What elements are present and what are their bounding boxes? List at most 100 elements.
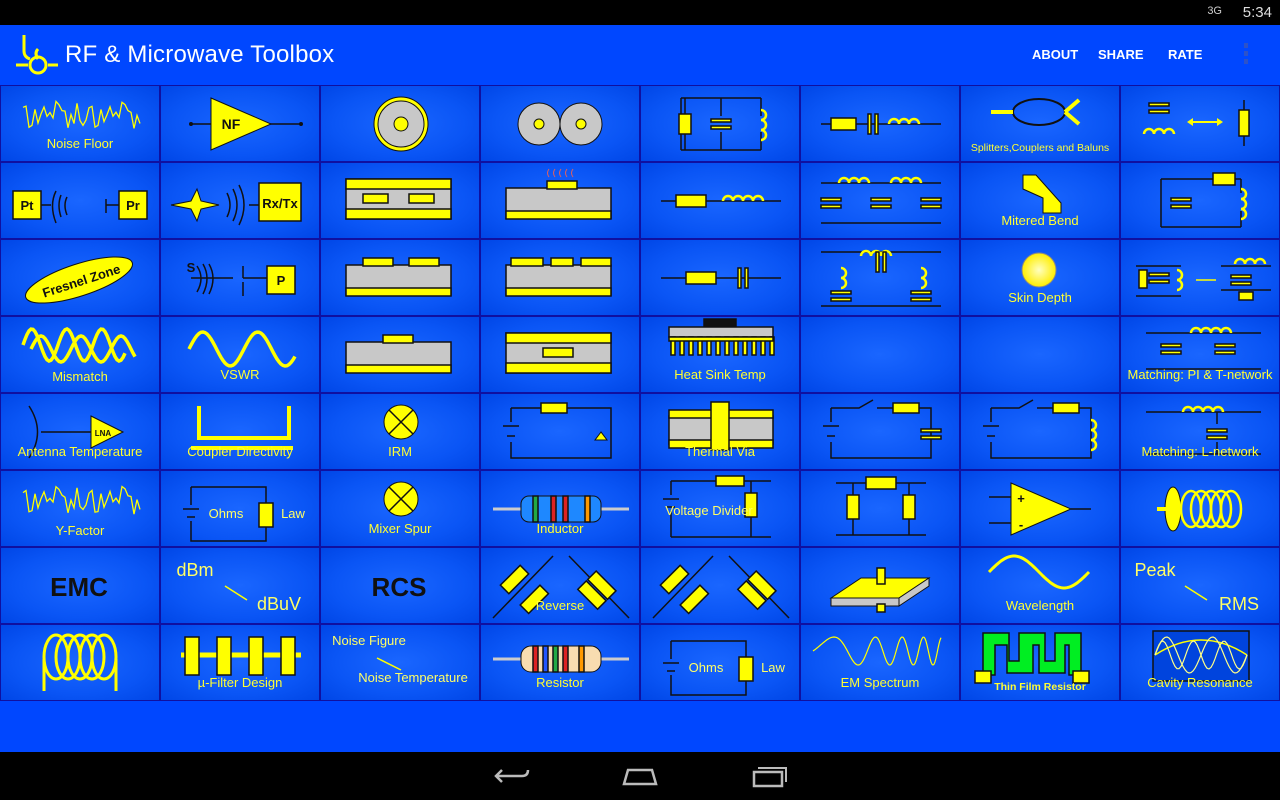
- tool-tile-mixer[interactable]: Mixer Spur: [320, 470, 480, 547]
- tool-tile-twin-coax[interactable]: [480, 85, 640, 162]
- tool-tile-mixer[interactable]: IRM: [320, 393, 480, 470]
- tool-tile-matching-pi-t[interactable]: Matching: PI & T-network: [1120, 316, 1280, 393]
- tool-tile-pcb-via[interactable]: [800, 547, 960, 624]
- tool-tile-friis[interactable]: Pt Pr: [0, 162, 160, 239]
- icon-text: P: [277, 273, 286, 288]
- icon-text: Peak: [1134, 560, 1176, 580]
- tool-tile-microstrip-heat[interactable]: [480, 162, 640, 239]
- tool-tile-em-spectrum[interactable]: EM Spectrum: [800, 624, 960, 701]
- tool-tile-mu-filter[interactable]: µ-Filter Design: [160, 624, 320, 701]
- tool-tile-text-big[interactable]: RCS: [320, 547, 480, 624]
- icon-text: Voltage Divider: [665, 503, 753, 518]
- about-button[interactable]: ABOUT: [1032, 47, 1078, 62]
- tool-tile-filter-t[interactable]: [960, 316, 1120, 393]
- tool-tile-resistor-color[interactable]: Resistor: [480, 624, 640, 701]
- tool-tile-resistors[interactable]: [640, 547, 800, 624]
- tool-tile-heat-sink[interactable]: Heat Sink Temp: [640, 316, 800, 393]
- tool-tile-air-coil[interactable]: [1120, 470, 1280, 547]
- icon-text: Ohms: [209, 506, 244, 521]
- tool-tile-noise[interactable]: Noise Floor: [0, 85, 160, 162]
- rate-button[interactable]: RATE: [1168, 47, 1202, 62]
- home-icon[interactable]: [620, 762, 660, 790]
- tool-tile-ohms-law[interactable]: Ohms Law: [160, 470, 320, 547]
- tool-tile-mismatch[interactable]: Mismatch: [0, 316, 160, 393]
- tile-label: Noise Floor: [1, 136, 159, 151]
- tool-tile-lc-ladder[interactable]: [800, 162, 960, 239]
- coupled-microstrip-icon: [321, 240, 479, 315]
- tool-tile-power-density[interactable]: SP: [160, 239, 320, 316]
- tool-tile-radar[interactable]: Rx/Tx: [160, 162, 320, 239]
- tool-tile-sine[interactable]: VSWR: [160, 316, 320, 393]
- tool-tile-component-convert[interactable]: [1120, 85, 1280, 162]
- tool-tile-mitered-bend[interactable]: Mitered Bend: [960, 162, 1120, 239]
- power-density-icon: SP: [161, 240, 319, 315]
- tool-tile-amplifier[interactable]: NF: [160, 85, 320, 162]
- recents-icon[interactable]: [750, 762, 790, 790]
- filter-bandpass-icon: [801, 317, 959, 392]
- tool-tile-resistors[interactable]: Reverse: [480, 547, 640, 624]
- tool-tile-thermal-via[interactable]: Thermal Via: [640, 393, 800, 470]
- tool-tile-ohms-law[interactable]: Ohms Law: [640, 624, 800, 701]
- share-button[interactable]: SHARE: [1098, 47, 1144, 62]
- tool-tile-led-circuit[interactable]: [480, 393, 640, 470]
- icon-text: Noise Temperature: [358, 670, 468, 685]
- tool-tile-coax[interactable]: [320, 85, 480, 162]
- tool-tile-microstrip[interactable]: [320, 316, 480, 393]
- tool-tile-inductor-color[interactable]: Inductor: [480, 470, 640, 547]
- tool-tile-coupler[interactable]: Coupler Directivity: [160, 393, 320, 470]
- signal-icon: 3G: [1207, 5, 1222, 17]
- tool-tile-voltage-divider[interactable]: Voltage Divider: [640, 470, 800, 547]
- icon-text: dBm: [176, 560, 213, 580]
- icon-text: Noise Figure: [332, 633, 406, 648]
- tool-tile-rl-series[interactable]: [640, 162, 800, 239]
- icon-text: -: [1019, 517, 1023, 532]
- tool-tile-thin-film[interactable]: Thin Film Resistor: [960, 624, 1120, 701]
- tool-tile-stripline-two[interactable]: [320, 162, 480, 239]
- icon-text: NF: [222, 116, 241, 132]
- back-icon[interactable]: [492, 762, 532, 790]
- tile-label: Mixer Spur: [321, 521, 479, 536]
- tool-tile-coupled-microstrip[interactable]: [320, 239, 480, 316]
- tool-tile-splitter[interactable]: Splitters,Couplers and Baluns: [960, 85, 1120, 162]
- tool-tile-lc-series[interactable]: [800, 85, 960, 162]
- tool-tile-coplanar[interactable]: [480, 239, 640, 316]
- tool-tile-opamp[interactable]: + -: [960, 470, 1120, 547]
- app-title: RF & Microwave Toolbox: [65, 41, 334, 69]
- tool-tile-noise[interactable]: Y-Factor: [0, 470, 160, 547]
- tool-tile-rc-series[interactable]: [640, 239, 800, 316]
- tool-tile-matching-l[interactable]: Matching: L-network: [1120, 393, 1280, 470]
- tool-tile-convert[interactable]: Peak RMS: [1120, 547, 1280, 624]
- tool-tile-antenna-lna[interactable]: LNA Antenna Temperature: [0, 393, 160, 470]
- tool-tile-rlc-parallel[interactable]: [1120, 162, 1280, 239]
- lc-parallel-icon: [641, 86, 799, 161]
- tile-label: Skin Depth: [961, 290, 1119, 305]
- tool-tile-coil[interactable]: [0, 624, 160, 701]
- tool-tile-text-big[interactable]: EMC: [0, 547, 160, 624]
- tool-tile-rl-switch[interactable]: [960, 393, 1120, 470]
- tool-tile-attenuator[interactable]: [800, 470, 960, 547]
- icon-text: dBuV: [257, 594, 301, 614]
- icon-text: Law: [761, 660, 785, 675]
- tool-tile-stripline[interactable]: [480, 316, 640, 393]
- tool-tile-sine-wide[interactable]: Wavelength: [960, 547, 1120, 624]
- tool-tile-convert[interactable]: dBm dBuV: [160, 547, 320, 624]
- icon-text: Law: [281, 506, 305, 521]
- tool-tile-fresnel[interactable]: Fresnel Zone: [0, 239, 160, 316]
- tile-label: Splitters,Couplers and Baluns: [961, 142, 1119, 154]
- tool-tile-rc-switch[interactable]: [800, 393, 960, 470]
- tool-tile-series-parallel[interactable]: [1120, 239, 1280, 316]
- twin-coax-icon: [481, 86, 639, 161]
- tool-tile-filter-pi[interactable]: [800, 239, 960, 316]
- tile-label: Inductor: [481, 521, 639, 536]
- rc-series-icon: [641, 240, 799, 315]
- component-convert-icon: [1121, 86, 1279, 161]
- stripline-two-icon: [321, 163, 479, 238]
- tool-tile-filter-bandpass[interactable]: [800, 316, 960, 393]
- tool-tile-lc-parallel[interactable]: [640, 85, 800, 162]
- overflow-menu-icon[interactable]: [1242, 43, 1250, 69]
- rl-switch-icon: [961, 394, 1119, 469]
- tool-tile-convert-small[interactable]: Noise Figure Noise Temperature: [320, 624, 480, 701]
- tool-tile-cavity[interactable]: Cavity Resonance: [1120, 624, 1280, 701]
- tile-label: Cavity Resonance: [1121, 675, 1279, 690]
- tool-tile-skin-depth[interactable]: Skin Depth: [960, 239, 1120, 316]
